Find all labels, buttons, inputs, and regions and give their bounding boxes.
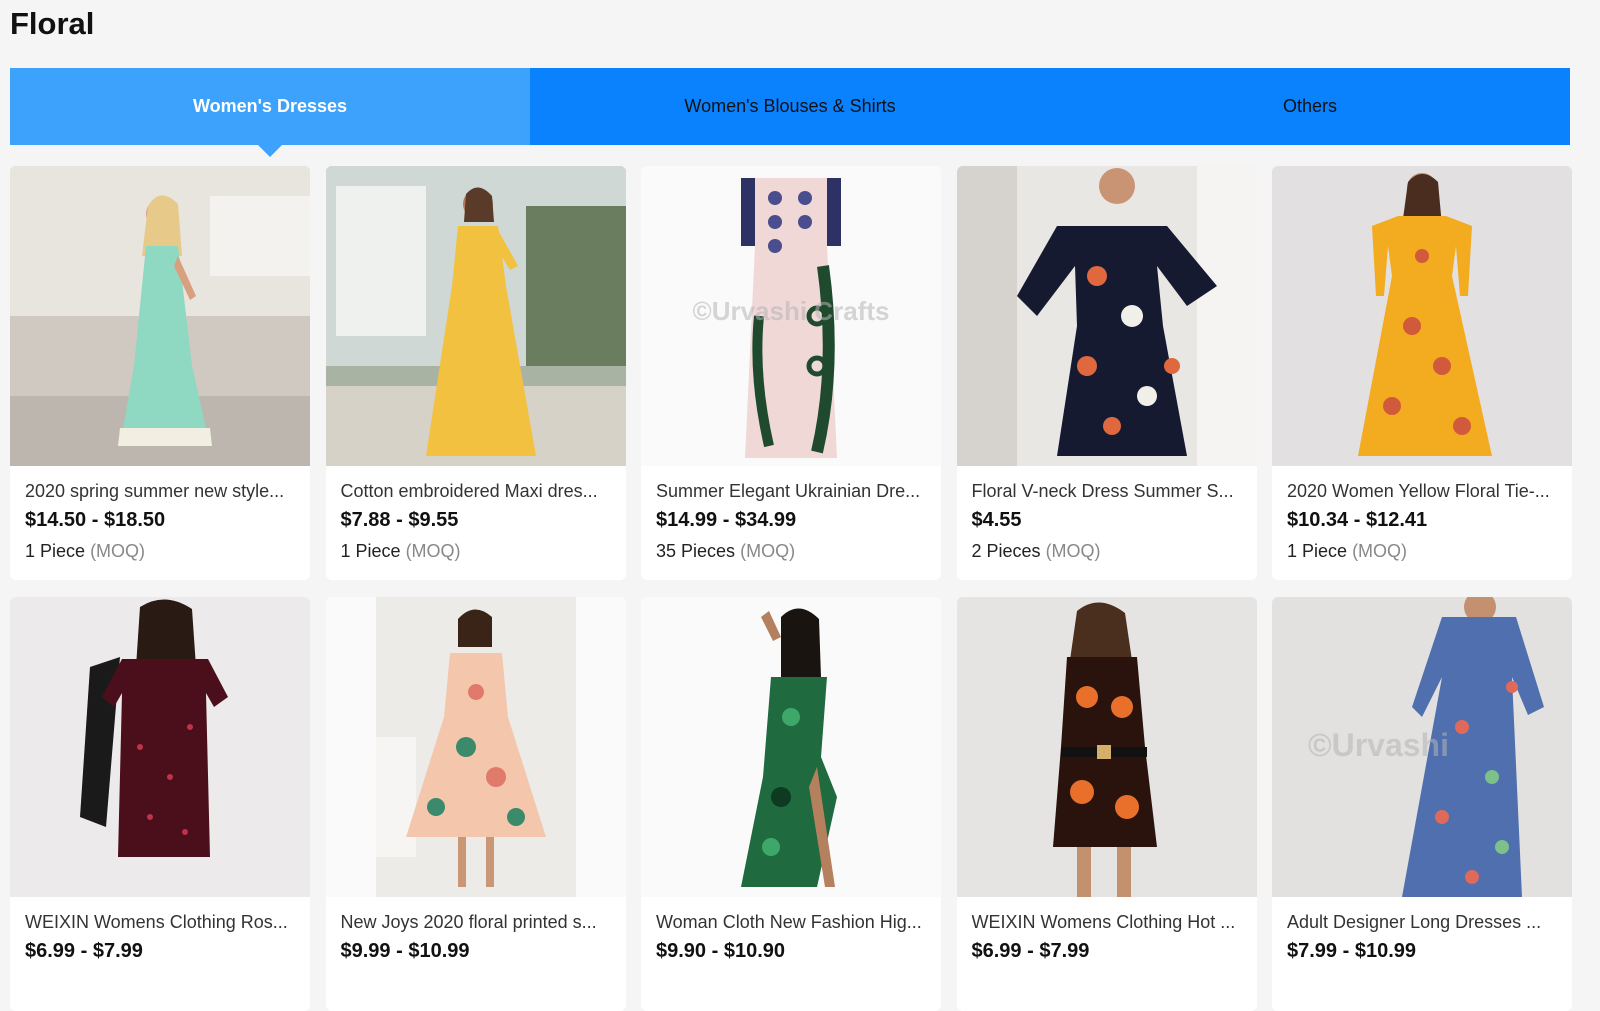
product-price: $10.34 - $12.41 [1287, 509, 1428, 531]
product-moq: 1 Piece (MOQ) [1287, 540, 1557, 562]
product-card[interactable]: WEIXIN Womens Clothing Ros... $6.99 - $7… [10, 597, 310, 1011]
product-card[interactable]: 2020 spring summer new style... $14.50 -… [10, 166, 310, 580]
page-title: Floral [10, 6, 95, 41]
moq-quantity: 1 Piece [1287, 541, 1348, 561]
product-image[interactable] [641, 597, 941, 897]
product-title[interactable]: WEIXIN Womens Clothing Ros... [25, 911, 295, 933]
product-image[interactable] [10, 166, 310, 466]
moq-label: (MOQ) [90, 541, 146, 561]
moq-quantity: 1 Piece [340, 541, 401, 561]
product-image[interactable] [956, 166, 1257, 466]
tab-others[interactable]: Others [1050, 68, 1570, 145]
product-title[interactable]: Adult Designer Long Dresses ... [1287, 911, 1557, 933]
product-image[interactable] [325, 166, 626, 466]
moq-label: (MOQ) [405, 541, 461, 561]
product-price: $4.55 [971, 509, 1022, 531]
moq-label: (MOQ) [740, 541, 796, 561]
product-title[interactable]: 2020 spring summer new style... [25, 480, 295, 502]
product-price: $14.50 - $18.50 [25, 509, 166, 531]
product-price: $14.99 - $34.99 [656, 509, 797, 531]
product-moq: 1 Piece (MOQ) [341, 540, 611, 562]
product-card[interactable]: ©Urvashi Crafts Summer Elegant Ukrainian… [641, 166, 941, 580]
product-title[interactable]: 2020 Women Yellow Floral Tie-... [1287, 480, 1557, 502]
product-grid: 2020 spring summer new style... $14.50 -… [10, 166, 1572, 1011]
product-title[interactable]: Cotton embroidered Maxi dres... [341, 480, 611, 502]
moq-quantity: 35 Pieces [656, 541, 736, 561]
product-card[interactable]: Floral V-neck Dress Summer S... $4.55 2 … [956, 166, 1257, 580]
product-card[interactable]: WEIXIN Womens Clothing Hot ... $6.99 - $… [956, 597, 1257, 1011]
product-image[interactable] [10, 597, 310, 897]
moq-label: (MOQ) [1045, 541, 1101, 561]
category-tab-bar: Women's Dresses Women's Blouses & Shirts… [10, 68, 1570, 157]
product-title[interactable]: Woman Cloth New Fashion Hig... [656, 911, 926, 933]
moq-quantity: 1 Piece [25, 541, 86, 561]
product-price: $7.88 - $9.55 [340, 509, 459, 531]
product-moq: 2 Pieces (MOQ) [972, 540, 1242, 562]
product-title[interactable]: Summer Elegant Ukrainian Dre... [656, 480, 926, 502]
product-image[interactable]: ©Urvashi [1272, 597, 1572, 897]
product-image[interactable]: ©Urvashi Crafts [641, 166, 941, 466]
product-card[interactable]: Woman Cloth New Fashion Hig... $9.90 - $… [641, 597, 941, 1011]
product-card[interactable]: New Joys 2020 floral printed s... $9.99 … [325, 597, 626, 1011]
product-card[interactable]: 2020 Women Yellow Floral Tie-... $10.34 … [1272, 166, 1572, 580]
product-image[interactable] [1272, 166, 1572, 466]
tab-womens-blouses-shirts[interactable]: Women's Blouses & Shirts [530, 68, 1050, 145]
moq-quantity: 2 Pieces [971, 541, 1041, 561]
product-moq: 35 Pieces (MOQ) [656, 540, 926, 562]
tab-womens-dresses[interactable]: Women's Dresses [10, 68, 530, 157]
product-moq: 1 Piece (MOQ) [25, 540, 295, 562]
product-card[interactable]: ©Urvashi Adult Designer Long Dresses ...… [1272, 597, 1572, 1011]
product-title[interactable]: Floral V-neck Dress Summer S... [972, 480, 1242, 502]
moq-label: (MOQ) [1352, 541, 1408, 561]
product-image[interactable] [325, 597, 626, 897]
product-card[interactable]: Cotton embroidered Maxi dres... $7.88 - … [325, 166, 626, 580]
product-title[interactable]: WEIXIN Womens Clothing Hot ... [972, 911, 1242, 933]
product-title[interactable]: New Joys 2020 floral printed s... [341, 911, 611, 933]
product-image[interactable] [956, 597, 1257, 897]
